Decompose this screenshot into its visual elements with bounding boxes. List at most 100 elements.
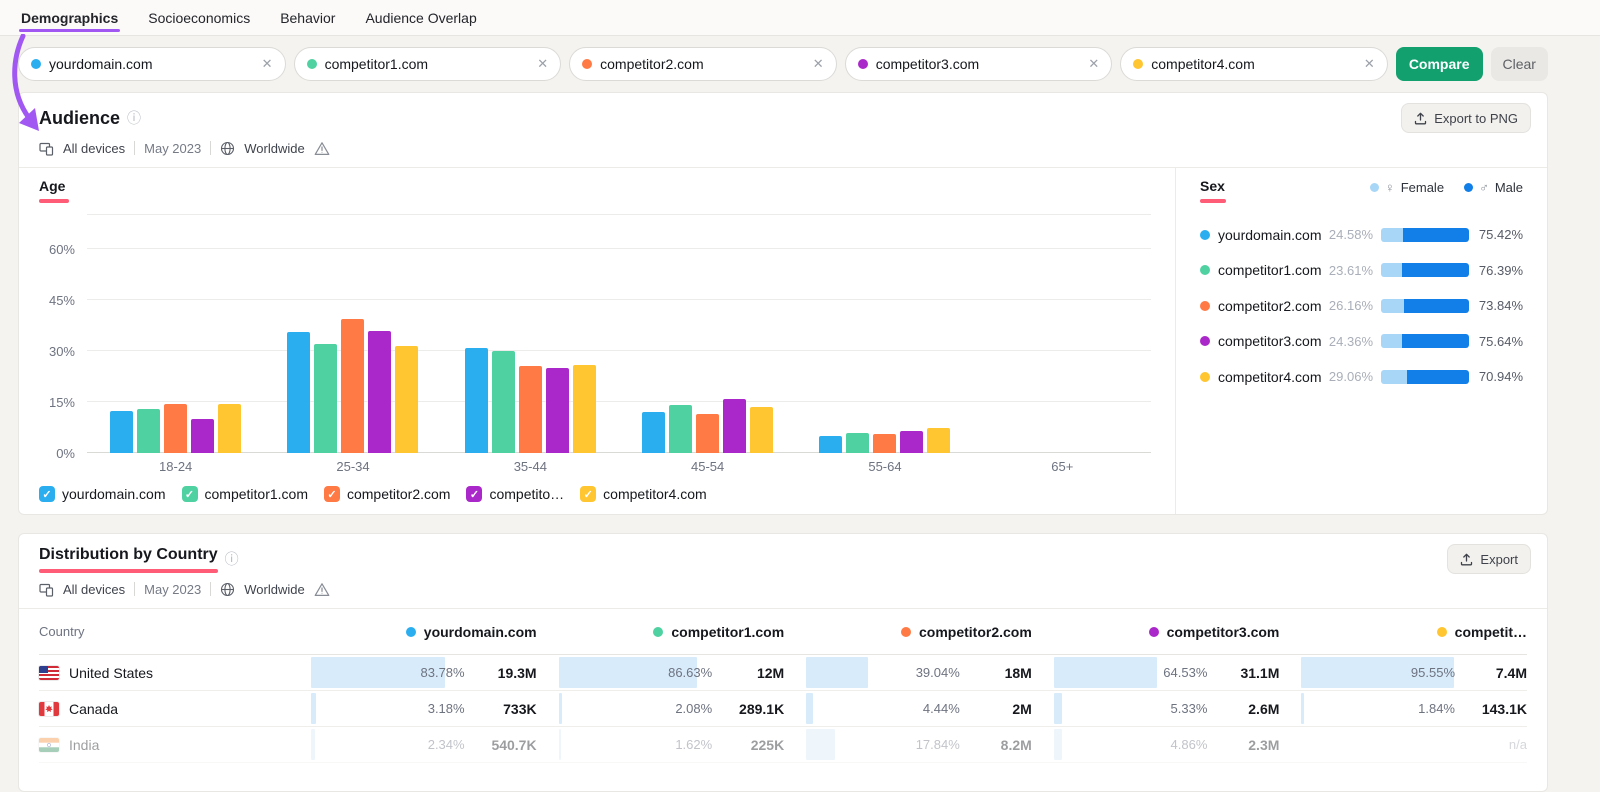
sex-domain-label: competitor2.com <box>1218 298 1321 314</box>
warning-icon[interactable] <box>314 582 330 597</box>
country-bar-zone: 4.86% <box>1054 727 1214 762</box>
country-cell: Canada <box>39 691 289 726</box>
warning-icon[interactable] <box>314 141 330 156</box>
age-bar <box>642 412 665 453</box>
info-icon[interactable]: ⓘ <box>127 108 141 128</box>
age-legend: ✓yourdomain.com ✓competitor1.com ✓competit… <box>39 486 1151 502</box>
country-share-bar <box>1054 729 1062 760</box>
country-cell: India <box>39 727 289 762</box>
legend-checkbox[interactable]: ✓ <box>182 486 198 502</box>
info-icon[interactable]: ⓘ <box>225 549 239 569</box>
legend-checkbox[interactable]: ✓ <box>324 486 340 502</box>
legend-checkbox[interactable]: ✓ <box>39 486 55 502</box>
age-bar <box>368 331 391 453</box>
domain-chip[interactable]: competitor2.com ✕ <box>569 47 837 81</box>
clear-button[interactable]: Clear <box>1491 47 1548 81</box>
devices-filter[interactable]: All devices <box>63 141 125 156</box>
globe-icon <box>220 582 235 597</box>
age-y-tick-label: 0% <box>56 446 75 461</box>
country-column-label: competitor1.com <box>671 624 784 640</box>
remove-domain-icon[interactable]: ✕ <box>813 56 824 72</box>
date-filter[interactable]: May 2023 <box>144 582 201 597</box>
country-scope-bar: All devices May 2023 Worldwide <box>39 580 1531 598</box>
male-percent: 73.84% <box>1477 298 1523 313</box>
legend-checkbox[interactable]: ✓ <box>580 486 596 502</box>
tab-socioeconomics[interactable]: Socioeconomics <box>148 0 250 35</box>
country-row: India2.34%540.7K1.62%225K17.84%8.2M4.86%… <box>39 727 1527 763</box>
female-percent: 29.06% <box>1329 369 1373 384</box>
tab-audience-overlap[interactable]: Audience Overlap <box>365 0 476 35</box>
country-percent: 86.63% <box>668 665 718 680</box>
legend-checkbox[interactable]: ✓ <box>466 486 482 502</box>
domain-chip[interactable]: competitor4.com ✕ <box>1120 47 1388 81</box>
country-column-header: competitor2.com <box>784 624 1032 640</box>
globe-icon <box>220 141 235 156</box>
sex-domain-label: competitor1.com <box>1218 262 1321 278</box>
age-legend-item[interactable]: ✓competitor1.com <box>182 486 308 502</box>
upload-icon <box>1460 553 1473 566</box>
sex-row: competitor2.com26.16%73.84% <box>1200 288 1523 324</box>
domain-chip[interactable]: competitor1.com ✕ <box>294 47 562 81</box>
tab-behavior[interactable]: Behavior <box>280 0 335 35</box>
sex-ratio-bar <box>1381 228 1469 242</box>
country-flag-ca <box>39 702 59 716</box>
region-filter[interactable]: Worldwide <box>244 582 304 597</box>
domain-chip-label: competitor4.com <box>1151 56 1254 72</box>
country-column-header: competitor1.com <box>537 624 785 640</box>
age-legend-item[interactable]: ✓competitor2.com <box>324 486 450 502</box>
export-png-button[interactable]: Export to PNG <box>1401 103 1531 133</box>
domain-chip-label: competitor3.com <box>876 56 979 72</box>
tab-demographics[interactable]: Demographics <box>21 0 118 35</box>
domain-color-dot <box>31 59 41 69</box>
domain-color-dot <box>1200 230 1210 240</box>
age-legend-item[interactable]: ✓competito… <box>466 486 564 502</box>
remove-domain-icon[interactable]: ✕ <box>1088 56 1099 72</box>
remove-domain-icon[interactable]: ✕ <box>537 56 548 72</box>
date-filter[interactable]: May 2023 <box>144 141 201 156</box>
export-png-label: Export to PNG <box>1434 111 1518 126</box>
compare-button[interactable]: Compare <box>1396 47 1483 81</box>
country-name: India <box>69 737 99 753</box>
region-filter[interactable]: Worldwide <box>244 141 304 156</box>
remove-domain-icon[interactable]: ✕ <box>1364 56 1375 72</box>
remove-domain-icon[interactable]: ✕ <box>262 56 273 72</box>
male-percent: 70.94% <box>1477 369 1523 384</box>
domain-chip[interactable]: yourdomain.com ✕ <box>18 47 286 81</box>
country-value: 12M <box>718 655 784 690</box>
country-value: 289.1K <box>718 691 784 726</box>
country-data-cell: 64.53%31.1M <box>1032 655 1280 690</box>
sex-row: competitor3.com24.36%75.64% <box>1200 324 1523 360</box>
country-row: United States83.78%19.3M86.63%12M39.04%1… <box>39 655 1527 691</box>
male-percent: 75.42% <box>1477 227 1523 242</box>
country-data-cell: 17.84%8.2M <box>784 727 1032 762</box>
age-x-tick-label: 25-34 <box>264 459 441 474</box>
country-value: 143.1K <box>1461 691 1527 726</box>
country-value: 733K <box>471 691 537 726</box>
country-bar-zone: 4.44% <box>806 691 966 726</box>
country-bar-zone: 5.33% <box>1054 691 1214 726</box>
sex-ratio-bar <box>1381 263 1469 277</box>
sex-ratio-bar <box>1381 370 1469 384</box>
country-table: Country yourdomain.comcompetitor1.comcom… <box>19 609 1547 763</box>
audience-title: Audience <box>39 106 120 130</box>
export-button[interactable]: Export <box>1447 544 1531 574</box>
domain-color-dot <box>1200 265 1210 275</box>
country-column-label: competit… <box>1455 624 1527 640</box>
male-symbol-icon: ♂ <box>1479 180 1489 195</box>
age-bar-group <box>442 215 619 453</box>
country-share-bar <box>806 657 868 688</box>
country-bar-zone: 1.62% <box>559 727 719 762</box>
country-data-cell: 83.78%19.3M <box>289 655 537 690</box>
audience-scope-bar: All devices May 2023 Worldwide <box>39 139 1531 157</box>
age-bar <box>164 404 187 453</box>
devices-filter[interactable]: All devices <box>63 582 125 597</box>
country-percent: 4.44% <box>923 701 966 716</box>
export-label: Export <box>1480 552 1518 567</box>
domain-chip[interactable]: competitor3.com ✕ <box>845 47 1113 81</box>
country-bar-zone: 95.55% <box>1301 655 1461 690</box>
age-legend-item[interactable]: ✓yourdomain.com <box>39 486 166 502</box>
country-bar-zone: 17.84% <box>806 727 966 762</box>
age-legend-item[interactable]: ✓competitor4.com <box>580 486 706 502</box>
devices-icon <box>39 141 54 156</box>
country-flag-in <box>39 738 59 752</box>
